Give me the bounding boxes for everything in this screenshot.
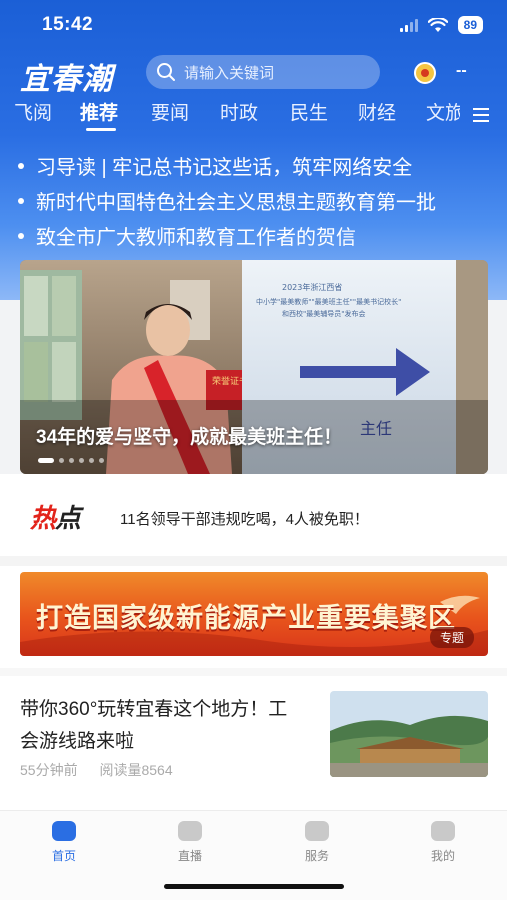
ticker-text: 习导读 | 牢记总书记这些话，筑牢网络安全 — [36, 157, 413, 179]
tab-caijing[interactable]: 财经 — [358, 98, 396, 125]
article-title: 带你360°玩转宜春这个地方！工会游线路来啦 — [20, 699, 288, 752]
ticker-text: 致全市广大教师和教育工作者的贺信 — [36, 227, 356, 249]
service-icon — [305, 821, 329, 841]
home-indicator[interactable] — [164, 884, 344, 889]
bullet-icon — [18, 197, 24, 204]
article-thumbnail — [330, 691, 488, 777]
ticker-item[interactable]: 致全市广大教师和教育工作者的贺信 — [0, 218, 507, 253]
hot-badge-sub: 点 — [55, 503, 81, 533]
nav-live-label: 直播 — [177, 849, 202, 863]
status-time: 15:42 — [42, 14, 94, 35]
ticker-item[interactable]: 习导读 | 牢记总书记这些话，筑牢网络安全 — [0, 148, 507, 183]
header-more[interactable]: -- — [456, 62, 467, 80]
live-icon — [178, 821, 202, 841]
promo-banner[interactable]: 打造国家级新能源产业重要集聚区 专题 — [20, 572, 488, 656]
signal-icon — [399, 18, 418, 32]
hot-badge: 热点 — [30, 498, 81, 535]
divider — [0, 556, 507, 566]
hot-badge-main: 热 — [30, 503, 56, 533]
bullet-icon — [18, 232, 24, 239]
article-meta: 55分钟前 阅读量8564 — [20, 760, 191, 780]
article-card[interactable]: 带你360°玩转宜春这个地方！工会游线路来啦 55分钟前 阅读量8564 — [0, 676, 507, 800]
profile-icon — [431, 821, 455, 841]
tab-minsheng[interactable]: 民生 — [290, 98, 328, 125]
wifi-icon — [427, 17, 448, 32]
battery-indicator: 89 — [457, 16, 483, 34]
tab-shizheng[interactable]: 时政 — [220, 98, 258, 125]
topic-tag[interactable]: 专题 — [429, 627, 474, 648]
headline-ticker: 习导读 | 牢记总书记这些话，筑牢网络安全 新时代中国特色社会主义思想主题教育第… — [0, 148, 507, 253]
active-tab-indicator — [86, 128, 116, 131]
menu-icon[interactable] — [473, 108, 489, 126]
bullet-icon — [18, 162, 24, 169]
app-logo[interactable]: 宜春潮 — [20, 54, 113, 98]
nav-service-label: 服务 — [304, 849, 329, 863]
nav-home[interactable]: 首页 — [34, 821, 94, 864]
nav-service[interactable]: 服务 — [287, 821, 347, 864]
user-avatar[interactable] — [414, 62, 436, 84]
promo-title: 打造国家级新能源产业重要集聚区 — [36, 603, 456, 633]
tab-feiyue[interactable]: 飞阅 — [14, 98, 52, 125]
sign-year: 2023年浙江西省 — [282, 282, 342, 292]
ticker-text: 新时代中国特色社会主义思想主题教育第一批 — [36, 192, 436, 214]
sign-line-1: 中小学"最美教师""最美班主任""最美书记校长" — [256, 297, 401, 306]
article-time: 55分钟前 — [20, 762, 78, 778]
carousel-indicator — [38, 458, 104, 463]
banner-caption: 34年的爱与坚守，成就最美班主任！ — [36, 427, 343, 448]
search-input[interactable]: 请输入关键词 — [146, 55, 380, 89]
tab-tuijian[interactable]: 推荐 — [80, 98, 118, 125]
channel-tabs: 飞阅 推荐 要闻 时政 民生 财经 文旅 — [0, 98, 507, 134]
hot-news-row[interactable]: 热点 11名领导干部违规吃喝，4人被免职！ — [0, 492, 507, 544]
tab-yaowen[interactable]: 要闻 — [151, 98, 189, 125]
ticker-item[interactable]: 新时代中国特色社会主义思想主题教育第一批 — [0, 183, 507, 218]
top-bar: 宜春潮 请输入关键词 -- — [0, 52, 507, 97]
article-reads: 阅读量8564 — [99, 762, 173, 778]
nav-live[interactable]: 直播 — [160, 821, 220, 864]
nav-profile-label: 我的 — [430, 849, 455, 863]
app-screen: 15:42 89 宜春潮 请输入关键词 -- 飞阅 推荐 要闻 时政 民生 财经… — [0, 0, 507, 900]
home-icon — [52, 821, 76, 841]
hot-news-text: 11名领导干部违规吃喝，4人被免职！ — [120, 511, 369, 528]
search-placeholder: 请输入关键词 — [184, 64, 275, 82]
banner-carousel[interactable]: 荣誉证书 2023年浙江西省 中小学"最美教师""最美班主任""最美书记校长" … — [20, 260, 488, 474]
nav-home-label: 首页 — [51, 849, 76, 863]
status-icons: 89 — [399, 16, 483, 34]
status-bar: 15:42 89 — [0, 0, 507, 52]
search-icon — [157, 63, 175, 81]
tab-wenlv[interactable]: 文旅 — [426, 98, 460, 125]
divider — [0, 668, 507, 676]
nav-profile[interactable]: 我的 — [413, 821, 473, 864]
sign-line-2: 和西校"最美辅导员"发布会 — [282, 309, 365, 318]
